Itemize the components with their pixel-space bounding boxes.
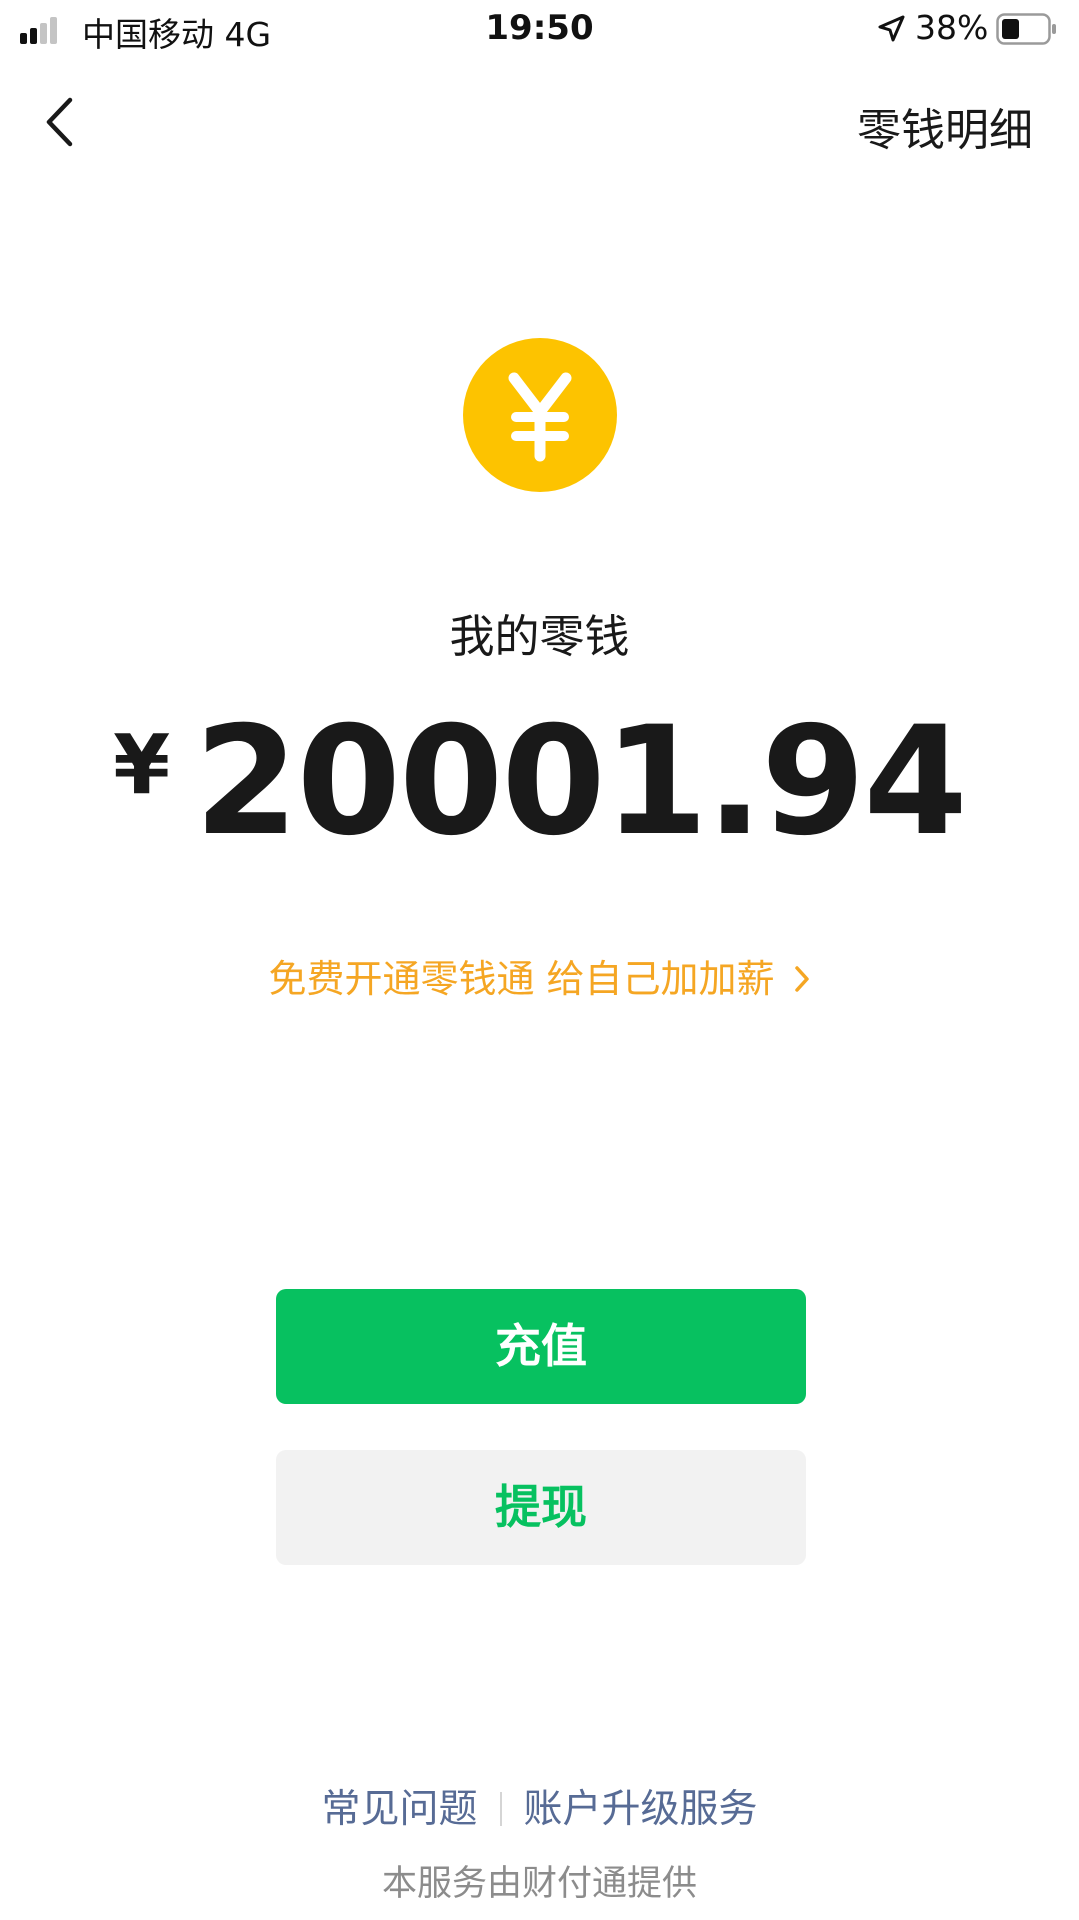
location-arrow-icon <box>878 15 905 42</box>
battery-icon <box>996 13 1056 45</box>
status-bar: 中国移动 4G 19:50 38% <box>0 0 1079 60</box>
yuan-coin-icon <box>463 338 617 492</box>
footer-links: 常见问题 账户升级服务 <box>0 1778 1079 1834</box>
recharge-button[interactable]: 充值 <box>276 1289 806 1404</box>
withdraw-button[interactable]: 提现 <box>276 1450 806 1565</box>
battery-percentage: 38% <box>915 8 989 47</box>
balance-amount: 20001.94 <box>194 695 968 869</box>
transaction-details-link[interactable]: 零钱明细 <box>857 94 1033 158</box>
balance-amount-row: ¥20001.94 <box>0 702 1079 862</box>
currency-symbol: ¥ <box>113 718 171 813</box>
footer-divider <box>499 1792 502 1826</box>
service-provider-note: 本服务由财付通提供 <box>381 1864 697 1904</box>
wallet-balance-page: 中国移动 4G 19:50 38% 零钱明细 我的零钱 ¥20001.94 免费… <box>0 0 1079 1920</box>
lingqiantong-promo-link[interactable]: 免费开通零钱通 给自己加加薪 <box>0 948 1079 1003</box>
account-upgrade-link[interactable]: 账户升级服务 <box>524 1787 758 1832</box>
faq-link[interactable]: 常见问题 <box>321 1787 477 1832</box>
chevron-right-icon <box>794 966 809 992</box>
back-chevron-icon[interactable] <box>40 96 80 148</box>
promo-text: 免费开通零钱通 给自己加加薪 <box>268 957 775 1001</box>
balance-label: 我的零钱 <box>449 610 630 663</box>
